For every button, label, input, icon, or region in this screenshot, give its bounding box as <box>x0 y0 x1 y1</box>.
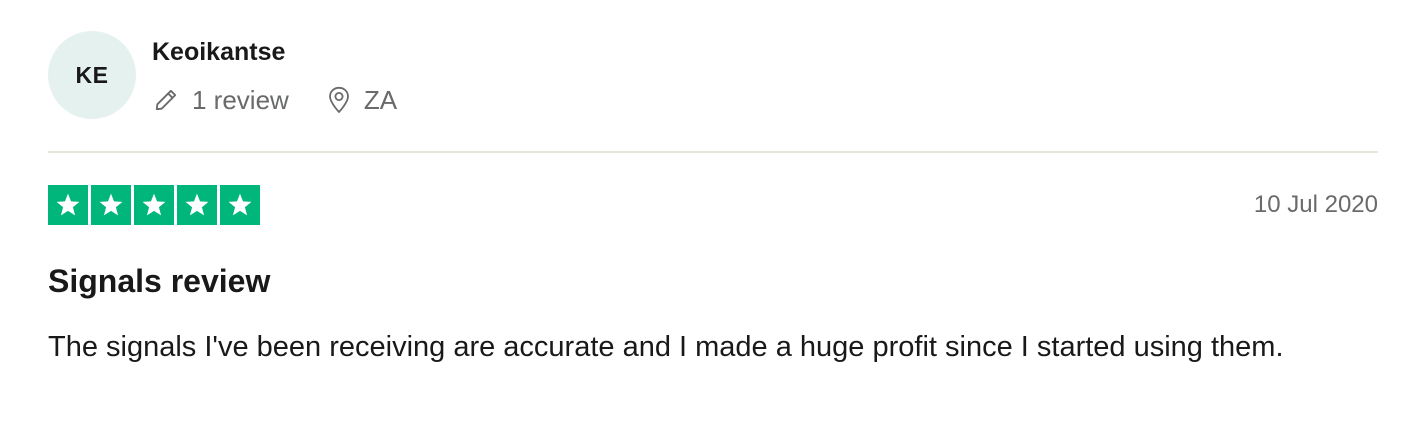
review-card: KE Keoikantse 1 review ZA 10 Jul 2020 Si… <box>0 0 1408 438</box>
star-icon <box>56 193 80 216</box>
review-body: The signals I've been receiving are accu… <box>48 331 1284 363</box>
star-2 <box>91 185 131 225</box>
pencil-icon <box>152 85 180 115</box>
avatar[interactable]: KE <box>48 31 136 119</box>
star-3 <box>134 185 174 225</box>
star-icon <box>185 193 209 216</box>
star-1 <box>48 185 88 225</box>
star-icon <box>228 193 252 216</box>
review-title[interactable]: Signals review <box>48 261 270 301</box>
location-pin-icon <box>325 85 353 115</box>
star-4 <box>177 185 217 225</box>
review-count: 1 review <box>192 84 289 115</box>
reviewer-meta: 1 review ZA <box>152 83 397 117</box>
star-icon <box>142 193 166 216</box>
country-code: ZA <box>363 84 398 115</box>
star-icon <box>99 193 123 216</box>
star-5 <box>220 185 260 225</box>
divider <box>48 151 1378 153</box>
review-date: 10 Jul 2020 <box>1253 191 1378 218</box>
reviewer-name[interactable]: Keoikantse <box>152 36 285 68</box>
star-rating <box>48 185 260 225</box>
reviewer-location: ZA <box>325 85 397 116</box>
